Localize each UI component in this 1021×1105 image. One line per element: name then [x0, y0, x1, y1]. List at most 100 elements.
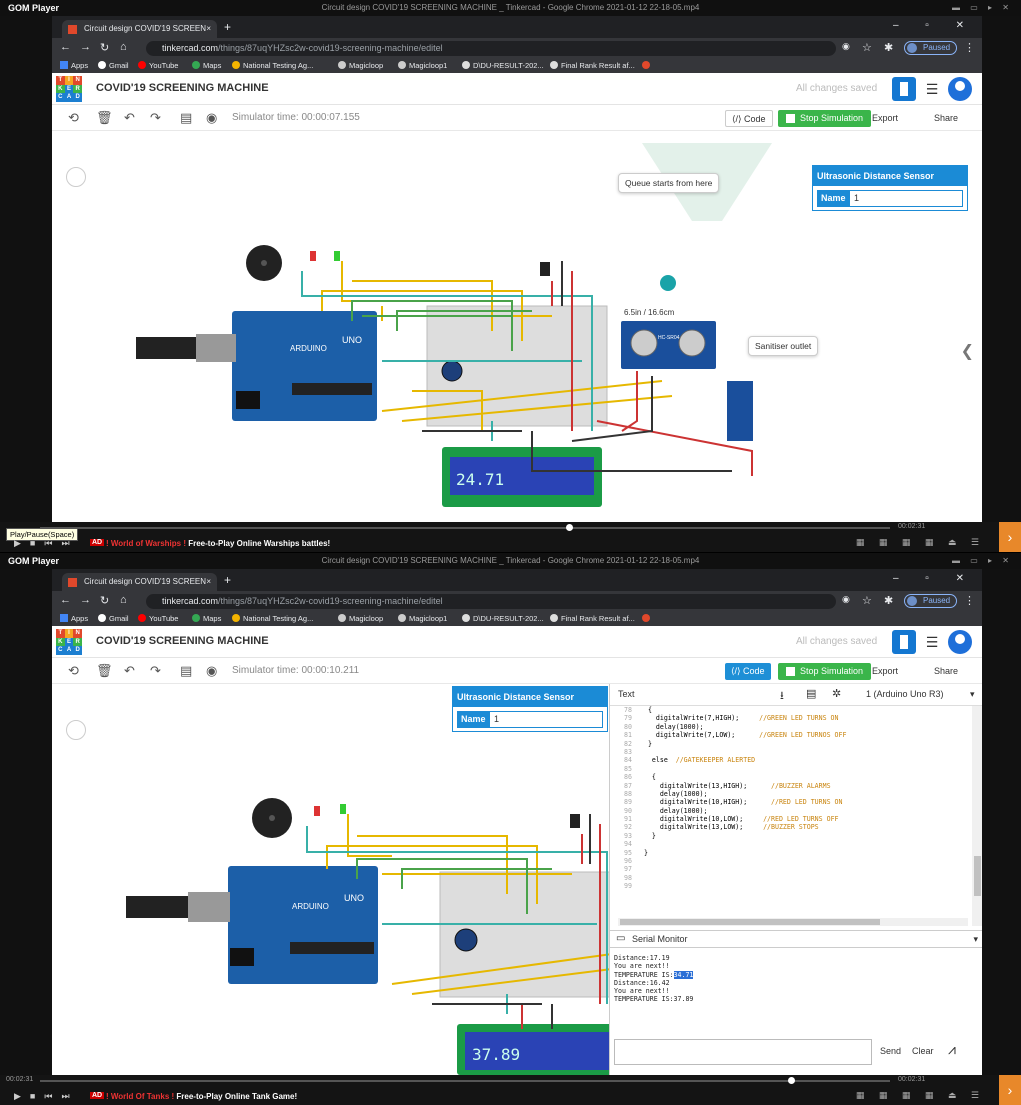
bookmark-gmail[interactable]: Gmail [98, 58, 129, 73]
code-line[interactable]: 87 digitalWrite(13,HIGH); //BUZZER ALARM… [610, 782, 972, 790]
close-icon[interactable]: × [206, 20, 211, 38]
export-button[interactable]: Export [872, 113, 898, 123]
potentiometer[interactable] [441, 360, 463, 382]
code-line[interactable]: 95 } [610, 849, 972, 857]
window-controls[interactable]: – ▫ ✕ [893, 573, 976, 584]
menu-icon[interactable]: ⋮ [964, 594, 975, 607]
playlist-toggle-icon[interactable]: › [999, 1075, 1021, 1105]
code-line[interactable]: 89 digitalWrite(10,HIGH); //RED LED TURN… [610, 798, 972, 806]
code-scrollbar-horizontal[interactable] [618, 918, 968, 926]
profile-button[interactable]: Paused [904, 594, 958, 608]
component-list-icon[interactable]: ☰ [920, 77, 944, 101]
seek-bar[interactable] [40, 527, 890, 529]
bookmark-extra[interactable] [642, 611, 653, 626]
red-led[interactable] [314, 806, 320, 816]
rotate-icon[interactable]: ⟲ [68, 663, 79, 679]
upload-icon[interactable]: ▤ [806, 687, 816, 700]
delete-icon[interactable]: 🗑 [96, 663, 113, 679]
circuit-canvas[interactable]: ARDUINO UNO 6.5in / 16.6cm HC-SR04 24.71 [52, 131, 982, 522]
ad-text[interactable]: ! World Of Tanks ! Free-to-Play Online T… [106, 1092, 297, 1101]
ad-text[interactable]: ! World of Warships ! Free-to-Play Onlin… [106, 539, 330, 548]
code-line[interactable]: 80 delay(1000); [610, 723, 972, 731]
code-line[interactable]: 82 } [610, 740, 972, 748]
extensions-icon[interactable]: ✱ [884, 41, 893, 54]
code-line[interactable]: 99 [610, 882, 972, 890]
bookmark-apps[interactable]: Apps [60, 58, 88, 73]
new-tab-icon[interactable]: + [224, 20, 231, 34]
bookmark-du-result[interactable]: D\DU-RESULT-202... [462, 58, 544, 73]
back-icon[interactable]: ← [60, 41, 71, 53]
green-led[interactable] [340, 804, 346, 814]
stop-simulation-button[interactable]: Stop Simulation [778, 110, 872, 127]
serial-monitor-header[interactable]: ▭ Serial Monitor ▾ [610, 930, 982, 948]
visibility-icon[interactable]: ◉ [206, 663, 217, 679]
board-select[interactable]: 1 (Arduino Uno R3) [866, 689, 944, 699]
code-line[interactable]: 79 digitalWrite(7,HIGH); //GREEN LED TUR… [610, 714, 972, 722]
code-line[interactable]: 90 delay(1000); [610, 807, 972, 815]
bookmark-magicloop1[interactable]: Magicloop1 [398, 58, 447, 73]
export-button[interactable]: Export [872, 666, 898, 676]
potentiometer[interactable] [454, 928, 478, 952]
eye-off-icon[interactable]: ◉ [842, 41, 850, 52]
bookmark-magicloop1[interactable]: Magicloop1 [398, 611, 447, 626]
bookmark-du-result[interactable]: D\DU-RESULT-202... [462, 611, 544, 626]
share-button[interactable]: Share [934, 666, 958, 676]
bookmark-final-rank[interactable]: Final Rank Result af... [550, 58, 635, 73]
code-line[interactable]: 86 { [610, 773, 972, 781]
sanitiser-note[interactable]: Sanitiser outlet [748, 336, 819, 356]
reload-icon[interactable]: ↻ [100, 594, 109, 607]
temperature-sensor[interactable] [540, 262, 550, 276]
circuit-view-button[interactable] [892, 630, 916, 654]
name-field[interactable]: 1 [489, 711, 603, 728]
bookmark-apps[interactable]: Apps [60, 611, 88, 626]
star-icon[interactable]: ☆ [862, 594, 872, 607]
home-icon[interactable]: ⌂ [120, 594, 127, 606]
reload-icon[interactable]: ↻ [100, 41, 109, 54]
undo-icon[interactable]: ↶ [124, 110, 135, 126]
bookmark-maps[interactable]: Maps [192, 611, 221, 626]
chevron-left-icon[interactable]: ❮ [961, 341, 974, 361]
green-led[interactable] [334, 251, 340, 261]
visibility-icon[interactable]: ◉ [206, 110, 217, 126]
playback-controls[interactable]: ▶■⏮⏭ [14, 1091, 79, 1102]
home-icon[interactable]: ⌂ [120, 41, 127, 53]
graph-icon[interactable]: ⩘ [948, 1041, 956, 1058]
red-led[interactable] [310, 251, 316, 261]
code-line[interactable]: 93 } [610, 832, 972, 840]
gom-window-controls[interactable]: ▬ ▭ ▸ ✕ [952, 0, 1013, 16]
back-icon[interactable]: ← [60, 594, 71, 606]
tinkercad-logo[interactable]: TIN KER CAD [56, 629, 82, 655]
redo-icon[interactable]: ↷ [150, 110, 161, 126]
close-icon[interactable]: × [206, 573, 211, 591]
tinkercad-logo[interactable]: TIN KER CAD [56, 76, 82, 102]
code-line[interactable]: 91 digitalWrite(10,LOW); //RED LED TURNS… [610, 815, 972, 823]
playback-controls[interactable]: ▶■⏮⏭ [14, 538, 79, 549]
circuit-view-button[interactable] [892, 77, 916, 101]
serial-input[interactable] [614, 1039, 872, 1065]
project-title[interactable]: COVID'19 SCREENING MACHINE [96, 635, 269, 647]
bookmark-magicloop[interactable]: Magicloop [338, 58, 383, 73]
clear-button[interactable]: Clear [912, 1046, 934, 1056]
playlist-toggle-icon[interactable]: › [999, 522, 1021, 552]
profile-button[interactable]: Paused [904, 41, 958, 55]
bookmark-youtube[interactable]: YouTube [138, 58, 178, 73]
seek-bar[interactable] [40, 1080, 890, 1082]
code-mode-select[interactable]: Text [618, 689, 635, 699]
gom-window-controls[interactable]: ▬ ▭ ▸ ✕ [952, 553, 1013, 569]
download-icon[interactable]: ⭳ [780, 687, 784, 706]
gom-settings-icons[interactable]: ▦ ▦ ▦ ▦ ⏏ ☰ [856, 537, 985, 548]
bookmark-magicloop[interactable]: Magicloop [338, 611, 383, 626]
forward-icon[interactable]: → [80, 41, 91, 53]
code-button[interactable]: ⟨/⟩ Code [725, 663, 771, 680]
send-button[interactable]: Send [880, 1046, 901, 1056]
debug-icon[interactable]: ✲ [832, 687, 841, 700]
star-icon[interactable]: ☆ [862, 41, 872, 54]
rotate-icon[interactable]: ⟲ [68, 110, 79, 126]
gom-settings-icons[interactable]: ▦ ▦ ▦ ▦ ⏏ ☰ [856, 1090, 985, 1101]
bookmark-maps[interactable]: Maps [192, 58, 221, 73]
new-tab-icon[interactable]: + [224, 573, 231, 587]
code-line[interactable]: 78 { [610, 706, 972, 714]
seek-knob[interactable] [788, 1077, 795, 1084]
notes-icon[interactable]: ▤ [180, 110, 192, 126]
project-title[interactable]: COVID'19 SCREENING MACHINE [96, 82, 269, 94]
